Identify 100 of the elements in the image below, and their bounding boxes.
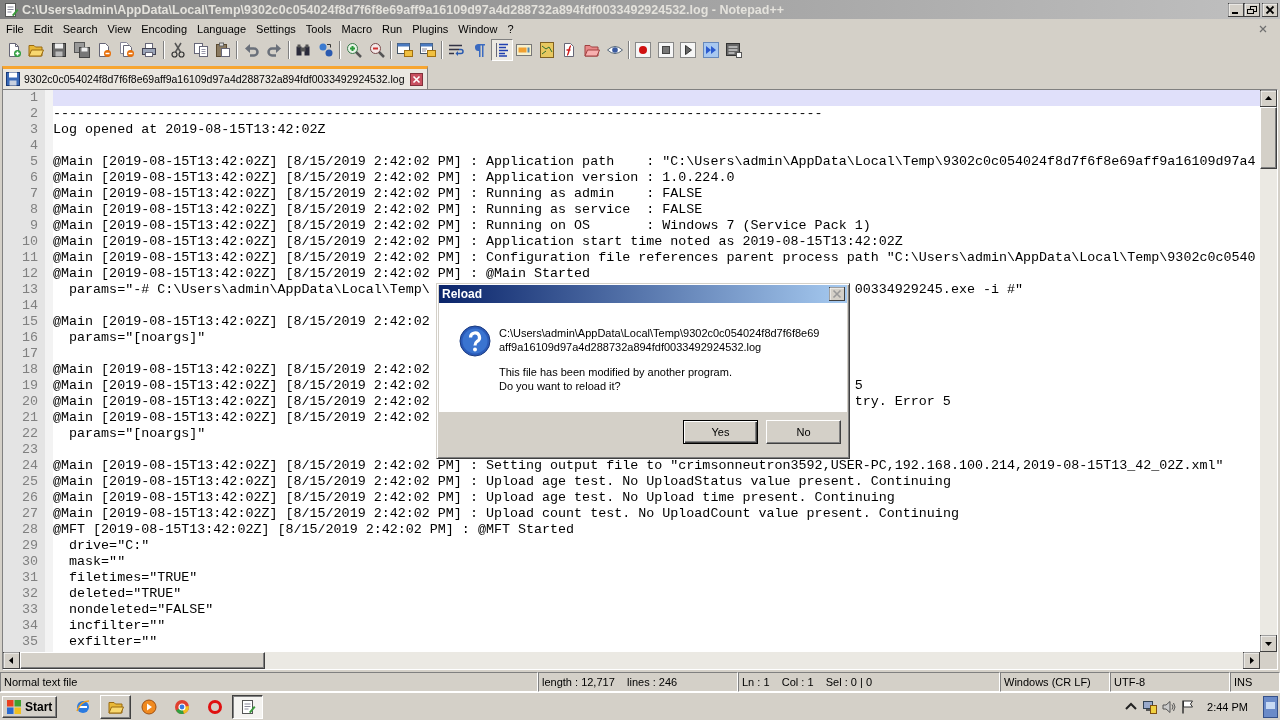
line-number: 13	[21, 282, 38, 297]
scroll-down-icon[interactable]	[1260, 635, 1277, 652]
word-wrap-icon[interactable]	[448, 42, 465, 58]
taskbar-button[interactable]	[232, 694, 264, 719]
code-line: @Main [2019-08-15T13:42:02Z] [8/15/2019 2:42:02 PM] : @Main Started	[53, 266, 591, 281]
line-number: 17	[21, 346, 38, 361]
menu-item[interactable]: Encoding	[136, 21, 193, 36]
document-minus-icon[interactable]	[96, 42, 113, 58]
folder-icon[interactable]	[28, 42, 45, 58]
line-number: 30	[21, 554, 38, 569]
scrollbar-corner	[1260, 652, 1277, 669]
code-line: @Main [2019-08-15T13:42:02Z] [8/15/2019 2:42:02 PM] : Application version : 1.0.224.0	[53, 170, 735, 185]
line-number: 25	[21, 474, 38, 489]
stacked-windows-icon[interactable]	[397, 42, 414, 58]
menu-item[interactable]: Settings	[251, 21, 301, 36]
menu-item[interactable]: Edit	[28, 21, 58, 36]
line-number: 19	[21, 378, 38, 393]
status-section: length : 12,717 lines : 246	[538, 672, 738, 692]
line-number: 35	[21, 634, 38, 649]
ring-icon	[206, 698, 223, 715]
code-line: @Main [2019-08-15T13:42:02Z] [8/15/2019 2:42:02 PM] : Running on OS : Windows 7 (Service Pack 1)	[53, 218, 871, 233]
fast-forward-icon[interactable]	[703, 42, 719, 58]
code-line: @Main [2019-08-15T13:42:02Z] [8/15/2019 2:42:02	[53, 378, 430, 394]
dialog-button[interactable]: Yes	[683, 420, 758, 444]
documents-minus-icon[interactable]	[118, 42, 135, 58]
scroll-right-icon[interactable]	[1243, 652, 1260, 669]
line-number: 12	[21, 266, 38, 281]
show-desktop-icon[interactable]	[1263, 695, 1278, 718]
menu-item[interactable]: Tools	[300, 21, 337, 36]
menu-item[interactable]: View	[102, 21, 137, 36]
message-text: Do you want to reload it?	[499, 380, 621, 392]
line-number: 18	[21, 362, 38, 377]
zoom-in-icon[interactable]	[346, 42, 363, 58]
windows-logo-icon	[6, 698, 22, 715]
record-icon[interactable]	[635, 42, 652, 58]
line-number: 10	[21, 234, 38, 249]
close-icon[interactable]	[409, 72, 423, 86]
scrollbar-thumb[interactable]	[20, 652, 265, 669]
code-line: @Main [2019-08-15T13:42:02Z] [8/15/2019 2:42:02	[53, 410, 430, 425]
start-button[interactable]: Start	[2, 695, 58, 718]
code-line: params="[noargs]"	[68, 426, 206, 441]
code-line: @MFT [2019-08-15T13:42:02Z] [8/15/2019 2:42:02 PM] : @MFT Started	[53, 522, 575, 537]
line-number: 5	[29, 154, 38, 169]
menu-item[interactable]: Window	[453, 21, 503, 36]
line-number: 33	[21, 602, 38, 617]
line-number: 31	[21, 570, 38, 585]
line-number: 11	[21, 250, 38, 265]
binoculars-icon[interactable]	[294, 42, 311, 58]
dialog-button[interactable]: No	[766, 420, 841, 444]
map-icon[interactable]	[538, 42, 555, 58]
message-text: This file has been modified by another program.	[499, 366, 732, 378]
line-number: 21	[21, 410, 38, 425]
menu-item[interactable]: Macro	[336, 21, 378, 36]
menu-item[interactable]: Run	[377, 21, 408, 36]
play-icon[interactable]	[680, 42, 697, 58]
notepad-icon	[239, 698, 256, 715]
floppy-disks-icon[interactable]	[73, 42, 90, 58]
code-line: params="[noargs]"	[68, 330, 206, 345]
line-number: 6	[29, 170, 38, 185]
menu-item[interactable]: File	[1, 21, 29, 36]
notepad-icon	[3, 1, 19, 18]
file-path-text: aff9a16109d97a4d288732a894fdf0033492924532.log	[499, 340, 762, 354]
document-tab[interactable]: 9302c0c054024f8d7f6f8e69aff9a16109d97a4d288732a894fdf0033492924532.log	[2, 66, 428, 89]
zoom-out-icon[interactable]	[368, 42, 385, 58]
indent-guide-icon[interactable]	[490, 39, 513, 61]
speaker-icon[interactable]	[1161, 698, 1178, 715]
printer-icon[interactable]	[141, 42, 158, 58]
scroll-left-icon[interactable]	[3, 652, 20, 669]
tricolor-ring-icon	[173, 698, 190, 715]
menu-item[interactable]: ?	[502, 21, 519, 36]
line-number: 7	[29, 186, 38, 201]
menu-item[interactable]: Plugins	[407, 21, 454, 36]
code-line: deleted="TRUE"	[68, 586, 182, 601]
scrollbar-thumb[interactable]	[1260, 107, 1277, 169]
clock[interactable]: 2:44 PM	[1207, 700, 1248, 713]
close-icon[interactable]	[829, 287, 845, 301]
macro-list-icon[interactable]	[725, 42, 742, 58]
code-line: @Main [2019-08-15T13:42:02Z] [8/15/2019 2:42:02 PM] : Application start time noted as 2019-08-15T13:42:02Z	[53, 234, 903, 249]
scissors-icon[interactable]	[169, 42, 186, 58]
redo-icon[interactable]	[266, 42, 283, 58]
code-line: drive="C:"	[68, 538, 150, 553]
side-windows-icon[interactable]	[419, 42, 436, 58]
code-line: try. Error 5	[854, 394, 951, 410]
line-number: 22	[21, 426, 38, 441]
line-number: 34	[21, 618, 38, 633]
line-number: 32	[21, 586, 38, 601]
menu-item[interactable]: Language	[192, 21, 252, 36]
code-line: @Main [2019-08-15T13:42:02Z] [8/15/2019 2:42:02 PM] : Upload age test. No Upload time present. Continuing	[53, 490, 895, 505]
code-line: @Main [2019-08-15T13:42:02Z] [8/15/2019 2:42:02 PM] : Upload age test. No UploadStatus value present. Continuing	[53, 474, 951, 489]
scroll-up-icon[interactable]	[1260, 90, 1277, 107]
menu-item[interactable]: Search	[57, 21, 103, 36]
network-icon[interactable]	[1142, 698, 1159, 715]
stop-icon[interactable]	[657, 42, 674, 58]
undo-icon[interactable]	[243, 42, 260, 58]
copy-icon[interactable]	[192, 42, 209, 58]
status-section: Ln : 1 Col : 1 Sel : 0 | 0	[738, 672, 1000, 692]
replace-icon[interactable]	[317, 42, 334, 58]
panel-icon[interactable]	[516, 42, 533, 58]
paste-icon[interactable]	[215, 42, 232, 58]
folder-icon[interactable]	[584, 42, 601, 58]
